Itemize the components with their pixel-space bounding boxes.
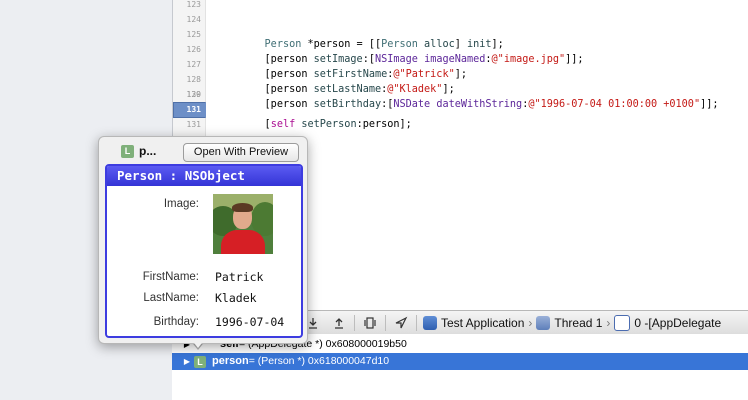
popover-arrow-inner (191, 339, 205, 348)
code-token: self (270, 119, 296, 130)
local-variable-icon: L (121, 145, 134, 158)
thread-icon (536, 316, 551, 330)
property-value-firstname: Patrick (215, 270, 264, 284)
line-number: 127 (186, 60, 201, 69)
code-line-126: [person setImage:[NSImage imageNamed:@"i… (240, 37, 584, 65)
current-line-number: 131 (186, 105, 201, 114)
variable-value: = (Person *) 0x618000047d10 (248, 355, 390, 367)
app-icon (423, 316, 437, 330)
line-number: 125 (186, 30, 201, 39)
code-token: ]; (454, 69, 467, 80)
simulate-location-icon[interactable] (388, 312, 414, 334)
line-number: 126 (186, 45, 201, 54)
code-token: dateWithString (436, 99, 523, 110)
line-number: 128 (186, 75, 201, 84)
property-label-image: Image: (163, 198, 199, 210)
property-value-birthday: 1996-07-04 (215, 315, 285, 329)
property-label-firstname: FirstName: (142, 271, 199, 283)
code-token: ]]; (565, 54, 584, 65)
stack-frame-icon (614, 315, 631, 331)
code-token: setPerson (301, 119, 357, 130)
local-variable-icon: L (194, 355, 206, 368)
quick-look-popover: L p... Open With Preview Person : NSObje… (98, 136, 308, 344)
code-token: @"image.jpg" (491, 54, 566, 65)
toolbar-separator (416, 315, 417, 331)
breadcrumb-label: Thread 1 (554, 316, 603, 330)
property-value-lastname: Kladek (215, 291, 257, 305)
code-token: @"1996-07-04 01:00:00 +0100" (528, 99, 701, 110)
code-line-125: Person *person = [[Person alloc] init]; (240, 22, 504, 50)
step-out-icon[interactable] (326, 312, 352, 334)
breadcrumb-app[interactable]: Test Application (419, 316, 528, 330)
code-line-128: [person setLastName:@"Kladek"]; (240, 67, 455, 95)
debug-toolbar: Test Application › Thread 1 › 0 -[AppDel… (300, 310, 748, 336)
property-label-lastname: LastName: (143, 292, 199, 304)
toolbar-separator (354, 315, 355, 331)
photo-hair (232, 203, 253, 212)
code-line-131: [self setPerson:person]; (240, 102, 412, 130)
line-number: 131 (186, 120, 201, 129)
person-photo (213, 194, 273, 254)
toolbar-separator (385, 315, 386, 331)
photo-shirt (221, 230, 265, 254)
code-line-129: [person setBirthday:[NSDate dateWithStri… (240, 82, 719, 110)
breadcrumb-label: 0 -[AppDelegate (634, 316, 722, 330)
breadcrumb-label: Test Application (441, 316, 525, 330)
open-with-preview-button[interactable]: Open With Preview (183, 143, 299, 162)
variable-name: person (212, 355, 249, 367)
popover-variable-name: p... (139, 144, 157, 158)
breadcrumb-frame[interactable]: 0 -[AppDelegate (610, 315, 725, 331)
variable-row-selected[interactable]: ▶ L person = (Person *) 0x618000047d10 (172, 353, 748, 370)
object-description-card: Person : NSObject Image: FirstName: Patr… (105, 164, 303, 338)
code-line-127: [person setFirstName:@"Patrick"]; (240, 52, 467, 80)
code-token: :person]; (356, 119, 412, 130)
breadcrumb-thread[interactable]: Thread 1 (532, 316, 606, 330)
popover-title-row: L p... Open With Preview (99, 142, 307, 162)
line-number: 123 (186, 0, 201, 9)
debug-view-hierarchy-icon[interactable] (357, 312, 383, 334)
line-number: 124 (186, 15, 201, 24)
code-token: ]]; (700, 99, 719, 110)
disclosure-triangle-icon[interactable]: ▶ (180, 353, 194, 370)
property-label-birthday: Birthday: (153, 316, 199, 328)
object-class-header: Person : NSObject (107, 166, 301, 186)
line-number: 130 (186, 90, 201, 99)
